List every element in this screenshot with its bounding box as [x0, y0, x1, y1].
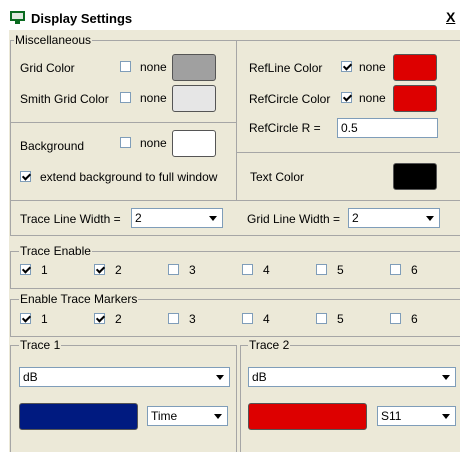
trace-markers-label-1: 1 — [41, 312, 48, 326]
refcircle-none-label: none — [359, 91, 386, 105]
trace2-format-select[interactable]: dB — [248, 367, 456, 387]
grid-color-label: Grid Color — [20, 61, 75, 75]
trace-markers-checkbox-4[interactable] — [242, 313, 253, 324]
trace-enable-label-6: 6 — [411, 263, 418, 277]
trace-markers-label-3: 3 — [189, 312, 196, 326]
trace-markers-label-2: 2 — [115, 312, 122, 326]
trace1-format-value: dB — [23, 370, 38, 384]
trace-enable-checkbox-6[interactable] — [390, 264, 401, 275]
trace-enable-label-3: 3 — [189, 263, 196, 277]
trace1-domain-select[interactable]: Time — [147, 406, 228, 426]
refcircle-r-label: RefCircle R = — [249, 121, 321, 135]
trace2-group — [240, 345, 460, 452]
refline-color-swatch[interactable] — [393, 54, 437, 81]
refcircle-none-checkbox[interactable] — [341, 92, 352, 103]
smith-grid-none-label: none — [140, 91, 167, 105]
chevron-down-icon[interactable] — [210, 408, 226, 424]
trace1-group — [10, 345, 237, 452]
extend-background-checkbox[interactable] — [20, 171, 31, 182]
grid-color-none-checkbox[interactable] — [120, 61, 131, 72]
trace-line-width-label: Trace Line Width = — [20, 212, 121, 226]
trace2-param-value: S11 — [381, 409, 402, 423]
smith-grid-none-checkbox[interactable] — [120, 92, 131, 103]
trace1-format-select[interactable]: dB — [19, 367, 230, 387]
display-settings-window: Display Settings X Miscellaneous Grid Co… — [0, 0, 460, 452]
chevron-down-icon[interactable] — [422, 210, 438, 226]
text-color-label: Text Color — [250, 170, 305, 184]
background-color-swatch[interactable] — [172, 130, 216, 157]
trace-markers-checkbox-3[interactable] — [168, 313, 179, 324]
trace-markers-label-4: 4 — [263, 312, 270, 326]
smith-grid-color-swatch[interactable] — [172, 85, 216, 112]
close-button[interactable]: X — [446, 9, 455, 25]
grid-line-width-label: Grid Line Width = — [247, 212, 341, 226]
trace-markers-checkbox-6[interactable] — [390, 313, 401, 324]
trace-enable-checkbox-1[interactable] — [20, 264, 31, 275]
refline-none-checkbox[interactable] — [341, 61, 352, 72]
chevron-down-icon[interactable] — [438, 408, 454, 424]
trace2-color-swatch[interactable] — [248, 403, 367, 430]
misc-left-divider — [10, 122, 236, 123]
chevron-down-icon[interactable] — [438, 369, 454, 385]
trace1-color-swatch[interactable] — [19, 403, 138, 430]
background-label: Background — [20, 139, 85, 153]
grid-color-swatch[interactable] — [172, 54, 216, 81]
trace-markers-checkbox-5[interactable] — [316, 313, 327, 324]
trace-enable-label-2: 2 — [115, 263, 122, 277]
smith-grid-color-label: Smith Grid Color — [20, 92, 109, 106]
trace1-domain-value: Time — [151, 409, 178, 423]
window-title: Display Settings — [31, 11, 133, 26]
trace-enable-checkbox-4[interactable] — [242, 264, 253, 275]
trace1-group-label: Trace 1 — [19, 338, 62, 352]
trace-line-width-value: 2 — [135, 211, 142, 225]
refcircle-r-input[interactable]: 0.5 — [337, 118, 438, 138]
trace-enable-label-5: 5 — [337, 263, 344, 277]
misc-vertical-divider — [236, 40, 237, 201]
trace-enable-checkbox-3[interactable] — [168, 264, 179, 275]
extend-background-label: extend background to full window — [40, 170, 218, 184]
background-none-checkbox[interactable] — [120, 137, 131, 148]
background-none-label: none — [140, 136, 167, 150]
trace2-param-select[interactable]: S11 — [377, 406, 456, 426]
misc-bottom-divider — [10, 200, 460, 201]
trace-markers-label-5: 5 — [337, 312, 344, 326]
trace-line-width-select[interactable]: 2 — [131, 208, 223, 228]
miscellaneous-group-label: Miscellaneous — [14, 33, 93, 47]
grid-color-none-label: none — [140, 60, 167, 74]
refcircle-color-label: RefCircle Color — [249, 92, 331, 106]
trace2-group-label: Trace 2 — [248, 338, 291, 352]
text-color-swatch[interactable] — [393, 163, 437, 190]
trace-enable-checkbox-5[interactable] — [316, 264, 327, 275]
trace-enable-checkbox-2[interactable] — [94, 264, 105, 275]
title-bar: Display Settings X — [0, 0, 460, 30]
refcircle-color-swatch[interactable] — [393, 85, 437, 112]
trace-markers-label-6: 6 — [411, 312, 418, 326]
grid-line-width-select[interactable]: 2 — [348, 208, 440, 228]
refline-color-label: RefLine Color — [249, 61, 323, 75]
monitor-icon — [10, 11, 25, 24]
trace-markers-checkbox-2[interactable] — [94, 313, 105, 324]
trace-markers-group-label: Enable Trace Markers — [19, 292, 139, 306]
refline-none-label: none — [359, 60, 386, 74]
trace-enable-group-label: Trace Enable — [19, 244, 92, 258]
trace-enable-label-1: 1 — [41, 263, 48, 277]
trace-markers-checkbox-1[interactable] — [20, 313, 31, 324]
chevron-down-icon[interactable] — [205, 210, 221, 226]
trace2-format-value: dB — [252, 370, 267, 384]
trace-enable-label-4: 4 — [263, 263, 270, 277]
chevron-down-icon[interactable] — [212, 369, 228, 385]
grid-line-width-value: 2 — [352, 211, 359, 225]
misc-right-divider — [236, 152, 460, 153]
